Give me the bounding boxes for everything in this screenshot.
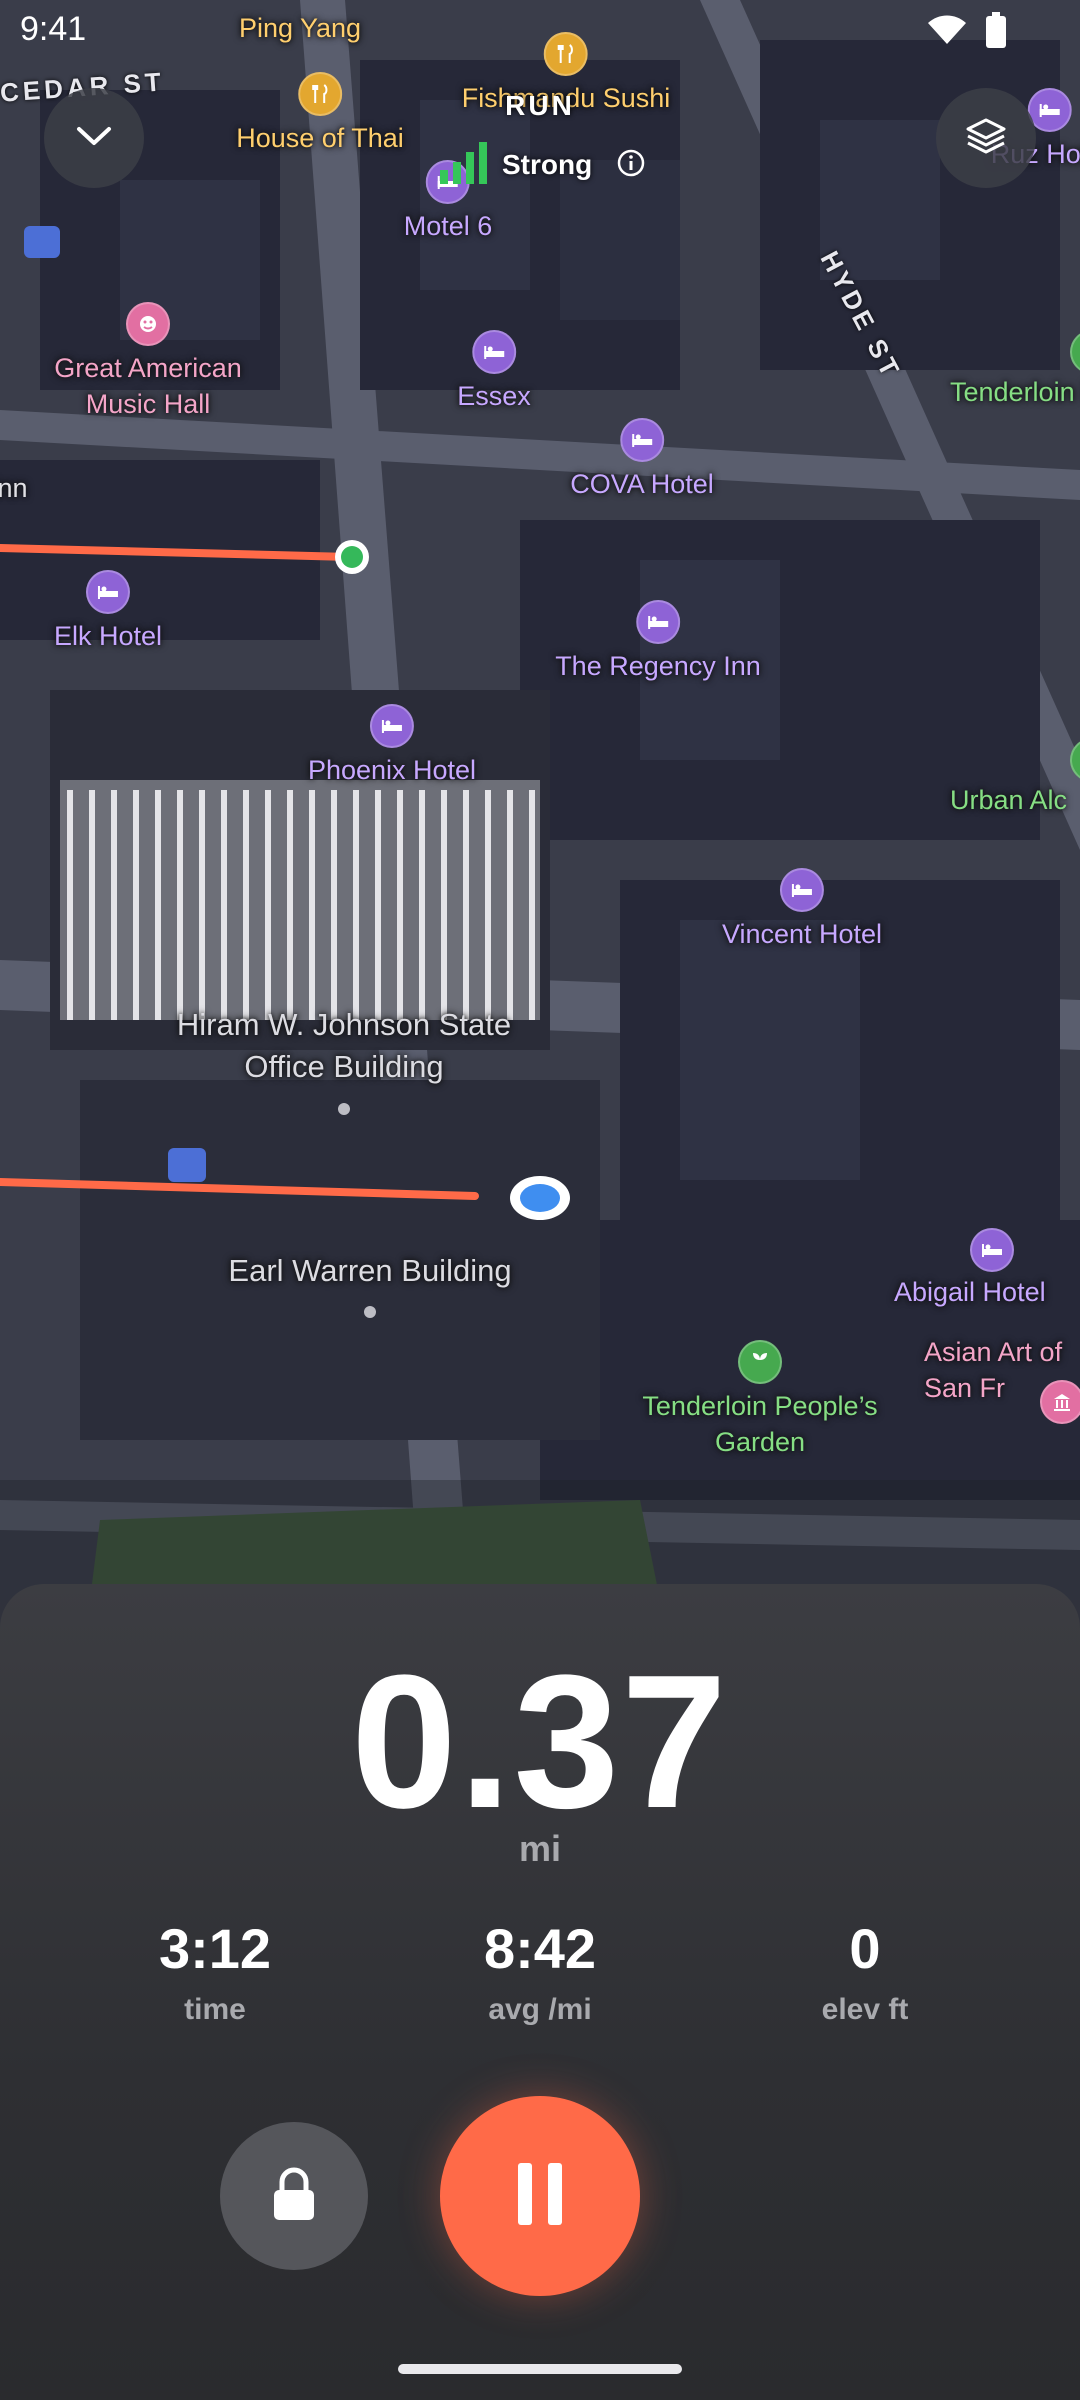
pace-stat: 8:42 avg /mi xyxy=(390,1914,690,2030)
bike-share-icon xyxy=(24,226,60,258)
pace-label: avg /mi xyxy=(488,1993,592,2026)
battery-icon xyxy=(986,12,1006,53)
time-value: 3:12 xyxy=(158,1917,272,1980)
elevation-stat: 0 elev ft xyxy=(715,1914,1015,2030)
poi-label: The Regency Inn xyxy=(555,651,761,681)
map-view[interactable]: CEDAR ST HYDE ST Ping Yang Fishmandu Sus… xyxy=(0,0,1080,1600)
wifi-icon xyxy=(926,14,968,51)
garden-icon xyxy=(738,1340,782,1384)
poi-asian-art-museum[interactable]: Asian Art of San Fr xyxy=(910,1337,1080,1428)
poi-label: Motel 6 xyxy=(403,211,493,241)
poi-essex[interactable]: Essex xyxy=(457,330,531,414)
poi-label: Vincent Hotel xyxy=(721,919,883,949)
hotel-icon xyxy=(472,330,516,374)
screen: CEDAR ST HYDE ST Ping Yang Fishmandu Sus… xyxy=(0,0,1080,2400)
distance-unit: mi xyxy=(518,1828,561,1869)
status-time: 9:41 xyxy=(20,10,87,48)
time-label: time xyxy=(184,1993,246,2026)
poi-label: Phoenix Hotel xyxy=(307,755,477,785)
poi-inn-edge[interactable]: Inn xyxy=(0,470,28,506)
poi-tenderloin-playground[interactable]: Tenderloin Playg xyxy=(950,330,1080,407)
info-icon[interactable] xyxy=(616,148,646,183)
lock-button[interactable] xyxy=(220,2122,368,2270)
glass-facade xyxy=(60,780,540,1020)
map-layers-button[interactable] xyxy=(936,88,1036,188)
home-indicator xyxy=(398,2364,682,2374)
park-icon xyxy=(1070,330,1080,374)
poi-label: Great American Music Hall xyxy=(54,353,242,419)
lock-icon xyxy=(270,2166,318,2227)
poi-label: Essex xyxy=(457,381,531,411)
poi-the-regency-inn[interactable]: The Regency Inn xyxy=(555,600,761,684)
poi-urban-alc[interactable]: Urban Alc xyxy=(950,738,1080,815)
hotel-icon xyxy=(369,704,414,748)
map-base xyxy=(0,0,1080,1600)
poi-label: Abigail Hotel xyxy=(894,1277,1046,1307)
status-bar: 9:41 xyxy=(0,0,1080,64)
poi-label: Tenderloin Playg xyxy=(950,377,1080,407)
poi-earl-warren-building[interactable]: Earl Warren Building xyxy=(228,1250,511,1292)
hotel-icon xyxy=(779,868,824,912)
activity-title: RUN xyxy=(505,90,575,121)
poi-abigail-hotel[interactable]: Abigail Hotel xyxy=(894,1228,1046,1307)
hotel-icon xyxy=(620,418,664,462)
bike-share-icon xyxy=(168,1148,206,1182)
pause-icon xyxy=(518,2162,562,2230)
poi-hiram-johnson-building[interactable]: Hiram W. Johnson State Office Building xyxy=(174,1004,514,1088)
poi-label: Earl Warren Building xyxy=(228,1253,512,1288)
gps-strength-label: Strong xyxy=(502,149,593,180)
poi-elk-hotel[interactable]: Elk Hotel xyxy=(54,570,162,654)
poi-cova-hotel[interactable]: COVA Hotel xyxy=(570,418,714,502)
distance-value: 0.37 xyxy=(351,1636,729,1848)
gps-signal-icon xyxy=(440,141,488,189)
poi-great-american-music-hall[interactable]: Great American Music Hall xyxy=(28,302,268,422)
elev-label: elev ft xyxy=(821,1993,909,2026)
poi-label: Elk Hotel xyxy=(53,621,163,651)
poi-label: COVA Hotel xyxy=(570,469,714,499)
gps-strength[interactable]: Strong xyxy=(440,140,646,190)
poi-vincent-hotel[interactable]: Vincent Hotel xyxy=(722,868,882,952)
pace-value: 8:42 xyxy=(483,1917,597,1980)
time-stat: 3:12 time xyxy=(65,1914,365,2030)
poi-phoenix-hotel[interactable]: Phoenix Hotel xyxy=(308,704,476,788)
chevron-down-icon xyxy=(74,124,114,153)
poi-label: Tenderloin People’s Garden xyxy=(642,1391,878,1457)
poi-label: Asian Art of San Fr xyxy=(924,1337,1063,1403)
collapse-button[interactable] xyxy=(44,88,144,188)
hotel-icon xyxy=(970,1228,1014,1272)
hotel-icon xyxy=(636,600,680,644)
poi-label: House of Thai xyxy=(236,123,404,153)
poi-label: Hiram W. Johnson State Office Building xyxy=(176,1007,512,1084)
poi-label: Urban Alc xyxy=(950,785,1068,815)
park-icon xyxy=(1070,738,1080,782)
layers-icon xyxy=(964,114,1008,163)
pause-button[interactable] xyxy=(440,2096,640,2296)
run-stats-panel: 0.37 mi 3:12 time 8:42 avg /mi 0 elev ft xyxy=(0,1584,1080,2400)
hotel-icon xyxy=(85,570,130,614)
poi-label: Inn xyxy=(0,473,28,503)
theater-icon xyxy=(126,302,170,346)
poi-tenderloin-peoples-garden[interactable]: Tenderloin People’s Garden xyxy=(630,1340,890,1460)
elev-value: 0 xyxy=(849,1917,881,1980)
